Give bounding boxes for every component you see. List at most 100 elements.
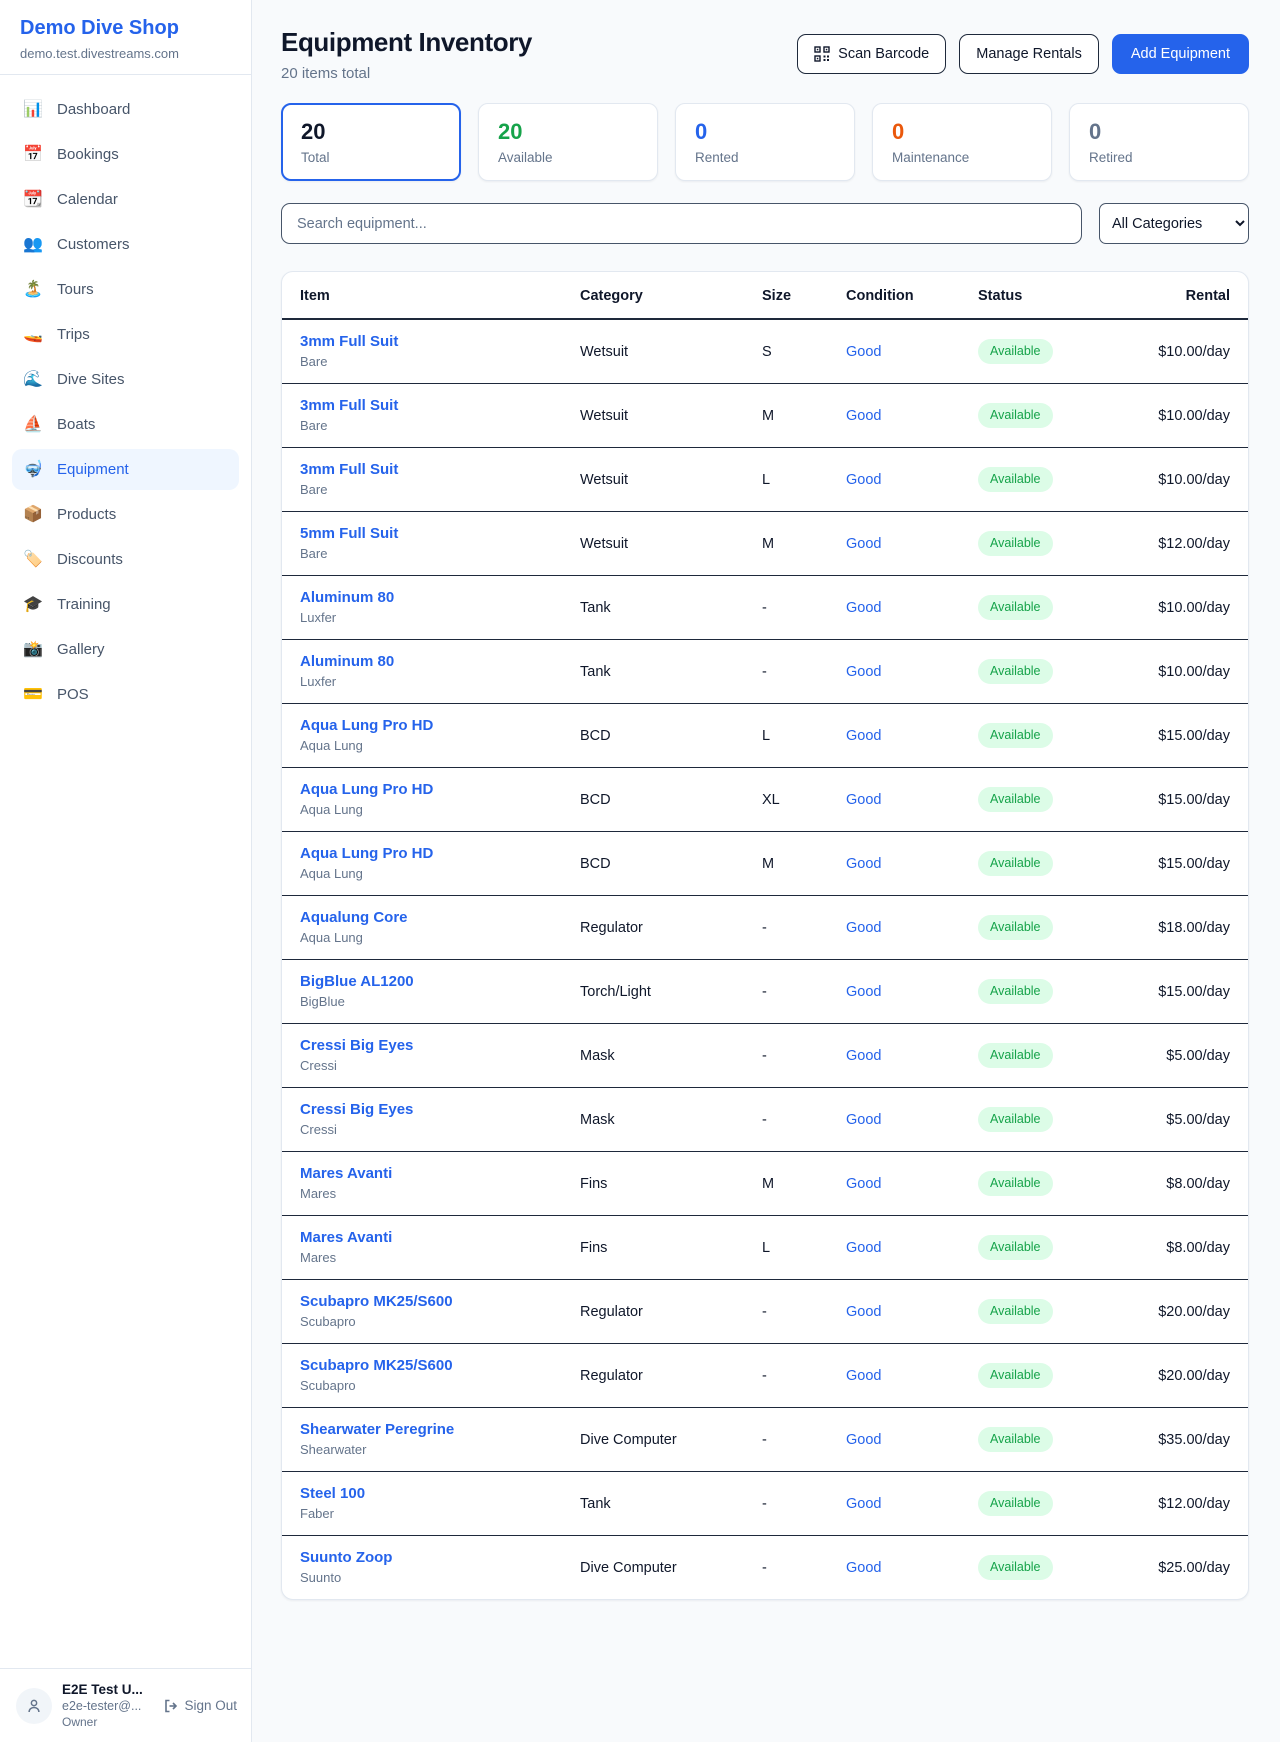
item-name-link[interactable]: Mares Avanti — [300, 1165, 556, 1182]
item-condition-link[interactable]: Good — [846, 1304, 881, 1320]
sign-out-button[interactable]: Sign Out — [163, 1698, 237, 1714]
item-size: - — [750, 1408, 834, 1472]
sidebar-item-equipment[interactable]: 🤿 Equipment — [12, 449, 239, 490]
sidebar-item-dashboard[interactable]: 📊 Dashboard — [12, 89, 239, 130]
items-total-count: 20 items total — [281, 65, 532, 82]
status-badge: Available — [978, 1491, 1053, 1516]
item-category: Tank — [568, 640, 750, 704]
item-name-link[interactable]: Scubapro MK25/S600 — [300, 1293, 556, 1310]
user-meta: E2E Test U... e2e-tester@... Owner — [62, 1682, 153, 1729]
item-condition-link[interactable]: Good — [846, 856, 881, 872]
item-condition-link[interactable]: Good — [846, 920, 881, 936]
item-condition-link[interactable]: Good — [846, 792, 881, 808]
item-name-link[interactable]: Steel 100 — [300, 1485, 556, 1502]
avatar — [16, 1688, 52, 1724]
item-condition-link[interactable]: Good — [846, 1560, 881, 1576]
sidebar-item-tours[interactable]: 🏝️ Tours — [12, 269, 239, 310]
item-size: XL — [750, 768, 834, 832]
add-equipment-button[interactable]: Add Equipment — [1112, 34, 1249, 74]
island-icon: 🏝️ — [22, 279, 44, 300]
speedboat-icon: 🚤 — [22, 324, 44, 345]
item-category: BCD — [568, 704, 750, 768]
item-name-link[interactable]: 5mm Full Suit — [300, 525, 556, 542]
stat-card-available[interactable]: 20 Available — [478, 103, 658, 181]
item-condition-link[interactable]: Good — [846, 536, 881, 552]
item-condition-link[interactable]: Good — [846, 1048, 881, 1064]
item-condition-link[interactable]: Good — [846, 344, 881, 360]
item-condition-link[interactable]: Good — [846, 1240, 881, 1256]
item-rental-rate: $25.00/day — [1114, 1536, 1248, 1600]
manage-rentals-button[interactable]: Manage Rentals — [959, 34, 1099, 74]
item-condition-link[interactable]: Good — [846, 1496, 881, 1512]
user-name: E2E Test U... — [62, 1682, 153, 1697]
page-title: Equipment Inventory — [281, 27, 532, 58]
item-name-link[interactable]: Mares Avanti — [300, 1229, 556, 1246]
sidebar-item-customers[interactable]: 👥 Customers — [12, 224, 239, 265]
add-equipment-label: Add Equipment — [1131, 46, 1230, 62]
status-badge: Available — [978, 1043, 1053, 1068]
item-name-link[interactable]: BigBlue AL1200 — [300, 973, 556, 990]
sidebar-item-gallery[interactable]: 📸 Gallery — [12, 629, 239, 670]
item-name-link[interactable]: Aqualung Core — [300, 909, 556, 926]
stat-card-maintenance[interactable]: 0 Maintenance — [872, 103, 1052, 181]
item-category: Regulator — [568, 1280, 750, 1344]
item-category: BCD — [568, 768, 750, 832]
item-condition-link[interactable]: Good — [846, 984, 881, 1000]
item-condition-link[interactable]: Good — [846, 1112, 881, 1128]
tag-icon: 🏷️ — [22, 549, 44, 570]
calendar-icon: 📅 — [22, 144, 44, 165]
item-size: M — [750, 1152, 834, 1216]
item-name-link[interactable]: Suunto Zoop — [300, 1549, 556, 1566]
item-name-link[interactable]: 3mm Full Suit — [300, 397, 556, 414]
item-condition-link[interactable]: Good — [846, 472, 881, 488]
manage-rentals-label: Manage Rentals — [976, 46, 1082, 62]
column-header-status: Status — [966, 272, 1114, 319]
item-condition-link[interactable]: Good — [846, 600, 881, 616]
camera-icon: 📸 — [22, 639, 44, 660]
stat-card-retired[interactable]: 0 Retired — [1069, 103, 1249, 181]
item-name-link[interactable]: Aluminum 80 — [300, 653, 556, 670]
item-name-link[interactable]: 3mm Full Suit — [300, 461, 556, 478]
item-rental-rate: $8.00/day — [1114, 1152, 1248, 1216]
item-condition-link[interactable]: Good — [846, 728, 881, 744]
item-name-link[interactable]: Aqua Lung Pro HD — [300, 717, 556, 734]
item-rental-rate: $5.00/day — [1114, 1088, 1248, 1152]
item-condition-link[interactable]: Good — [846, 1176, 881, 1192]
sidebar-item-dive-sites[interactable]: 🌊 Dive Sites — [12, 359, 239, 400]
sidebar-item-training[interactable]: 🎓 Training — [12, 584, 239, 625]
sidebar-item-trips[interactable]: 🚤 Trips — [12, 314, 239, 355]
item-condition-link[interactable]: Good — [846, 664, 881, 680]
item-name-link[interactable]: Scubapro MK25/S600 — [300, 1357, 556, 1374]
sidebar-item-calendar[interactable]: 📆 Calendar — [12, 179, 239, 220]
table-row: Suunto Zoop Suunto Dive Computer - Good … — [282, 1536, 1248, 1600]
stat-card-total[interactable]: 20 Total — [281, 103, 461, 181]
item-name-link[interactable]: Aqua Lung Pro HD — [300, 781, 556, 798]
sidebar-item-discounts[interactable]: 🏷️ Discounts — [12, 539, 239, 580]
item-name-link[interactable]: 3mm Full Suit — [300, 333, 556, 350]
stat-card-rented[interactable]: 0 Rented — [675, 103, 855, 181]
sidebar-item-products[interactable]: 📦 Products — [12, 494, 239, 535]
category-select[interactable]: All Categories — [1099, 203, 1249, 244]
sidebar-item-bookings[interactable]: 📅 Bookings — [12, 134, 239, 175]
column-header-item: Item — [282, 272, 568, 319]
sidebar-item-boats[interactable]: ⛵ Boats — [12, 404, 239, 445]
item-name-link[interactable]: Cressi Big Eyes — [300, 1037, 556, 1054]
item-condition-link[interactable]: Good — [846, 408, 881, 424]
item-condition-link[interactable]: Good — [846, 1368, 881, 1384]
item-size: - — [750, 576, 834, 640]
item-rental-rate: $20.00/day — [1114, 1344, 1248, 1408]
item-condition-link[interactable]: Good — [846, 1432, 881, 1448]
status-badge: Available — [978, 531, 1053, 556]
item-name-link[interactable]: Aluminum 80 — [300, 589, 556, 606]
item-category: Mask — [568, 1024, 750, 1088]
item-name-link[interactable]: Shearwater Peregrine — [300, 1421, 556, 1438]
sidebar-item-pos[interactable]: 💳 POS — [12, 674, 239, 715]
table-row: Aqua Lung Pro HD Aqua Lung BCD L Good Av… — [282, 704, 1248, 768]
scan-barcode-button[interactable]: Scan Barcode — [797, 34, 946, 74]
search-input[interactable] — [281, 203, 1082, 244]
brand-name[interactable]: Demo Dive Shop — [20, 17, 231, 40]
item-name-link[interactable]: Cressi Big Eyes — [300, 1101, 556, 1118]
table-row: Aluminum 80 Luxfer Tank - Good Available… — [282, 640, 1248, 704]
item-category: Fins — [568, 1216, 750, 1280]
item-name-link[interactable]: Aqua Lung Pro HD — [300, 845, 556, 862]
